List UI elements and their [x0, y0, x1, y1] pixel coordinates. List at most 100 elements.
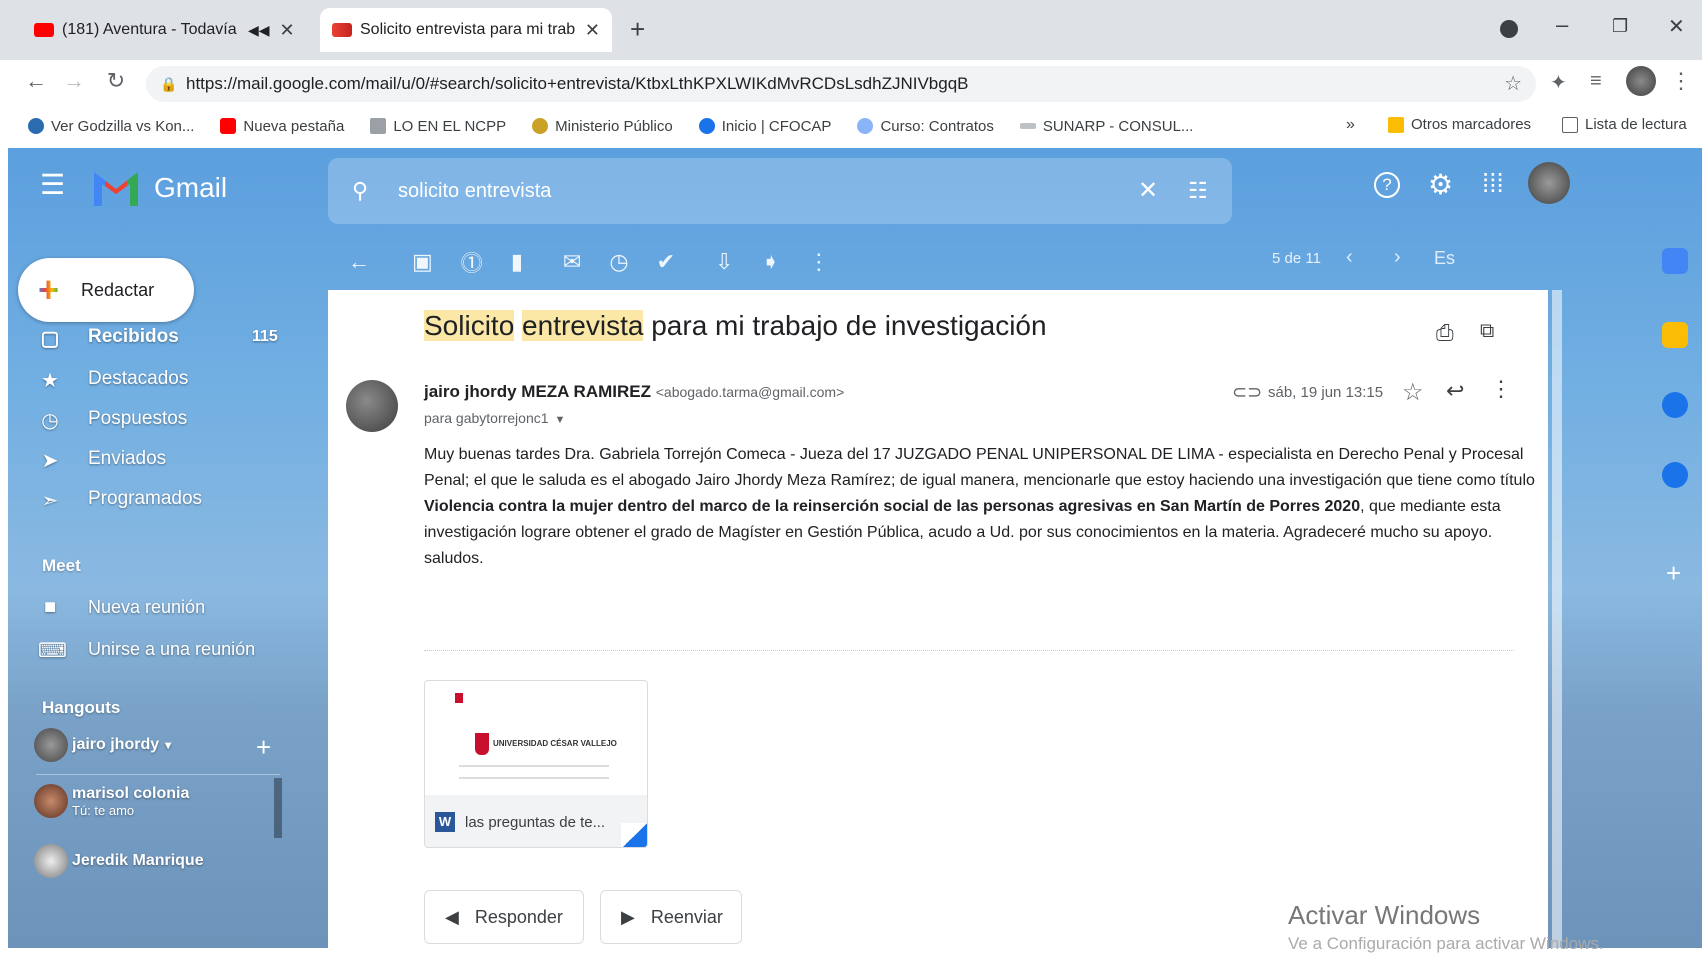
message-scrollbar[interactable]	[1552, 290, 1562, 948]
bookmark-item[interactable]: Curso: Contratos	[857, 118, 994, 135]
sidebar-item-destacados[interactable]: ★ Destacados	[38, 368, 188, 392]
reading-list-icon[interactable]: ≡	[1590, 70, 1602, 93]
star-icon[interactable]: ☆	[1402, 378, 1424, 407]
bookmark-item[interactable]: Ministerio Público	[532, 118, 673, 135]
sidebar-item-enviados[interactable]: ➤ Enviados	[38, 448, 167, 472]
more-options-icon[interactable]: ⋮	[1490, 376, 1512, 402]
tab-gmail[interactable]: Solicito entrevista para mi trabajo ✕	[320, 8, 612, 52]
attachment-preview-text: UNIVERSIDAD CÉSAR VALLEJO	[493, 739, 617, 748]
older-icon[interactable]: ›	[1394, 246, 1401, 269]
meet-header: Meet	[42, 556, 81, 575]
clear-search-icon[interactable]: ✕	[1138, 158, 1158, 224]
forward-icon[interactable]: →	[58, 68, 90, 94]
chevron-down-icon[interactable]: ▾	[165, 738, 171, 752]
close-tab-icon[interactable]: ✕	[280, 20, 295, 41]
attachment-footer: W las preguntas de te...	[425, 795, 647, 847]
more-bookmarks-icon[interactable]: »	[1346, 116, 1355, 134]
bookmark-folder[interactable]: Otros marcadores	[1388, 116, 1531, 133]
attachment-preview: UNIVERSIDAD CÉSAR VALLEJO	[425, 681, 647, 795]
search-icon[interactable]: ⚲	[352, 158, 368, 224]
add-addon-icon[interactable]: +	[1666, 558, 1681, 589]
attachment-card[interactable]: UNIVERSIDAD CÉSAR VALLEJO W las pregunta…	[424, 680, 648, 848]
close-window-icon[interactable]: ✕	[1668, 14, 1685, 39]
browser-tab-strip: (181) Aventura - Todavía Me ◀◀ ✕ Solicit…	[0, 0, 1702, 60]
word-doc-icon: W	[435, 812, 455, 832]
bookmark-item[interactable]: Inicio | CFOCAP	[698, 118, 831, 135]
profile-dot-icon[interactable]	[1500, 20, 1518, 38]
label-tag-icon: ⊂⊃	[1232, 382, 1263, 402]
meet-new-meeting[interactable]: ■ Nueva reunión	[38, 596, 205, 618]
reload-icon[interactable]: ↻	[100, 68, 132, 94]
mark-unread-icon[interactable]: ✉	[563, 249, 581, 275]
newer-icon[interactable]: ‹	[1346, 246, 1353, 269]
forward-button[interactable]: ▶ Reenviar	[600, 890, 742, 944]
tasks-icon[interactable]	[1662, 392, 1688, 418]
back-arrow-icon[interactable]: ←	[348, 249, 370, 275]
meet-join-meeting[interactable]: ⌨ Unirse a una reunión	[38, 638, 255, 663]
tab-title: Solicito entrevista para mi trabajo	[360, 21, 575, 38]
open-new-window-icon[interactable]: ⧉	[1480, 320, 1494, 343]
bookmark-item[interactable]: LO EN EL NCPP	[370, 118, 506, 135]
extensions-icon[interactable]: ✦	[1550, 70, 1567, 95]
input-tools-button[interactable]: Es	[1434, 248, 1455, 269]
add-task-icon[interactable]: ✔	[657, 249, 675, 275]
keep-icon[interactable]	[1662, 322, 1688, 348]
bookmark-item[interactable]: Ver Godzilla vs Kon...	[28, 118, 194, 135]
tab-title: (181) Aventura - Todavía Me	[62, 21, 242, 38]
close-tab-icon[interactable]: ✕	[585, 20, 600, 41]
report-spam-icon[interactable]: ⓵	[461, 246, 483, 278]
forward-icon: ▶	[621, 906, 635, 927]
message-toolbar: ← ▣ ⓵ ▮ ✉ ◷ ✔ ⇩ ➧ ⋮ 5 de 11 ‹ › Es	[328, 236, 1618, 288]
bookmark-item[interactable]: Nueva pestaña	[220, 118, 344, 135]
hangouts-contact[interactable]: Jeredik Manrique	[34, 844, 204, 878]
reply-icon[interactable]: ↩	[1446, 378, 1464, 404]
help-icon[interactable]: ?	[1374, 172, 1400, 198]
reading-list-button[interactable]: Lista de lectura	[1562, 116, 1687, 133]
settings-gear-icon[interactable]: ⚙	[1428, 168, 1453, 201]
search-input[interactable]: ⚲ solicito entrevista ✕ ☷	[328, 158, 1232, 224]
main-menu-icon[interactable]: ☰	[40, 168, 65, 201]
print-icon[interactable]: ⎙	[1436, 320, 1454, 346]
chevron-down-icon[interactable]: ▼	[555, 414, 566, 426]
sidebar-item-pospuestos[interactable]: ◷ Pospuestos	[38, 408, 187, 432]
restore-icon[interactable]: ❐	[1612, 16, 1628, 37]
hangouts-contact[interactable]: marisol colonia Tú: te amo	[34, 784, 189, 818]
recipient-line[interactable]: para gabytorrejonc1 ▼	[424, 410, 565, 426]
calendar-icon[interactable]	[1662, 248, 1688, 274]
sidebar-item-recibidos[interactable]: ▢ Recibidos 115	[38, 326, 288, 350]
gmail-header: ☰ Gmail ⚲ solicito entrevista ✕ ☷ ? ⚙ ⁞⁞…	[8, 148, 1702, 232]
new-tab-icon[interactable]: +	[630, 14, 645, 45]
lock-icon: 🔒	[160, 76, 178, 92]
back-icon[interactable]: ←	[20, 68, 52, 94]
sender-avatar[interactable]	[346, 380, 398, 432]
address-bar[interactable]: 🔒 https://mail.google.com/mail/u/0/#sear…	[146, 66, 1536, 102]
archive-icon[interactable]: ▣	[412, 249, 433, 275]
compose-button[interactable]: + Redactar	[18, 258, 194, 322]
label-icon[interactable]: ➧	[761, 249, 779, 275]
snooze-icon[interactable]: ◷	[609, 249, 628, 275]
sender-name: jairo jhordy MEZA RAMIREZ	[424, 382, 651, 401]
delete-icon[interactable]: ▮	[511, 249, 523, 275]
add-hangout-icon[interactable]: +	[256, 732, 271, 763]
speaker-icon[interactable]: ◀◀	[248, 22, 270, 39]
apps-grid-icon[interactable]: ⁞⁞⁞	[1482, 168, 1504, 199]
move-to-icon[interactable]: ⇩	[715, 249, 733, 275]
search-options-icon[interactable]: ☷	[1188, 158, 1208, 224]
account-avatar[interactable]	[1528, 162, 1570, 204]
contacts-icon[interactable]	[1662, 462, 1688, 488]
hangouts-self[interactable]: jairo jhordy ▾	[34, 728, 171, 762]
side-panel: +	[1648, 232, 1702, 948]
sender-line: jairo jhordy MEZA RAMIREZ <abogado.tarma…	[424, 382, 844, 402]
profile-avatar[interactable]	[1626, 66, 1656, 96]
sidebar-item-programados[interactable]: ➣ Programados	[38, 488, 202, 512]
chrome-menu-icon[interactable]: ⋮	[1670, 68, 1692, 94]
video-camera-icon: ■	[43, 596, 57, 618]
minimize-icon[interactable]: –	[1556, 12, 1568, 38]
avatar	[34, 784, 68, 818]
reply-button[interactable]: ◀ Responder	[424, 890, 584, 944]
tab-youtube[interactable]: (181) Aventura - Todavía Me ◀◀ ✕	[22, 8, 310, 52]
bookmark-item[interactable]: SUNARP - CONSUL...	[1019, 118, 1193, 135]
hangouts-scrollbar[interactable]	[274, 778, 282, 838]
more-icon[interactable]: ⋮	[808, 249, 830, 275]
bookmark-star-icon[interactable]: ☆	[1504, 66, 1522, 102]
